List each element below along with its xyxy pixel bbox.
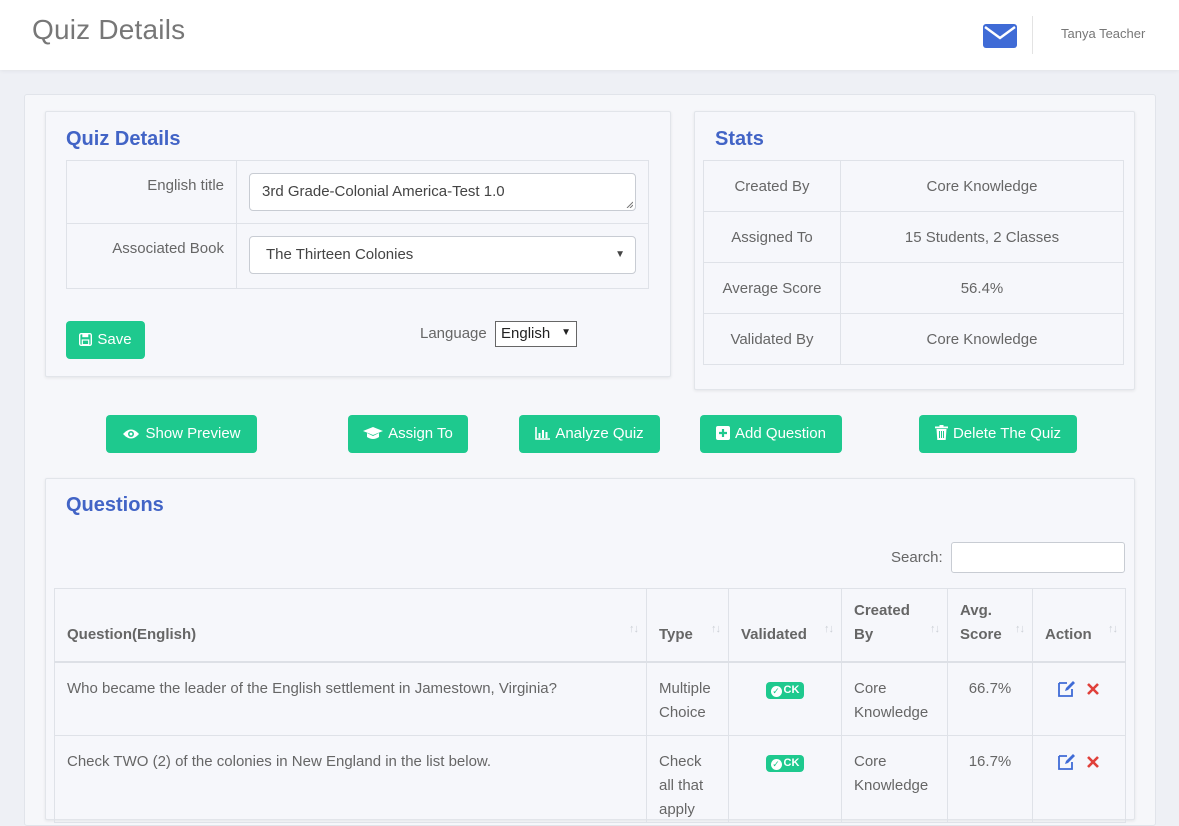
- edit-icon[interactable]: [1058, 753, 1076, 770]
- associated-book-label: Associated Book: [66, 223, 237, 289]
- associated-book-select[interactable]: The Thirteen Colonies ▼: [249, 236, 636, 274]
- sort-icon: ↑↓: [930, 623, 940, 635]
- plus-square-icon: [716, 426, 731, 440]
- quiz-details-title: Quiz Details: [66, 128, 181, 150]
- delete-icon[interactable]: [1086, 753, 1100, 770]
- page-title: Quiz Details: [32, 14, 186, 45]
- quiz-details-form: English title 3rd Grade-Colonial America…: [66, 160, 649, 289]
- delete-icon[interactable]: [1086, 680, 1100, 697]
- question-text: Check TWO (2) of the colonies in New Eng…: [54, 735, 647, 823]
- stats-value: 15 Students, 2 Classes: [840, 211, 1124, 263]
- topbar-divider: [1032, 16, 1033, 54]
- validated-cell: ✓ CK: [728, 661, 842, 736]
- stats-key: Average Score: [703, 262, 841, 314]
- language-select[interactable]: English ▼: [495, 321, 577, 347]
- sort-icon: ↑↓: [629, 623, 639, 635]
- resize-grip-icon[interactable]: [626, 201, 633, 208]
- stats-value: 56.4%: [840, 262, 1124, 314]
- stats-key: Created By: [703, 160, 841, 212]
- check-circle-icon: ✓: [770, 686, 782, 697]
- trash-icon: [934, 425, 948, 440]
- save-button[interactable]: Save: [66, 321, 145, 359]
- delete-quiz-button[interactable]: Delete The Quiz: [919, 415, 1077, 453]
- avg-score: 16.7%: [947, 735, 1033, 823]
- column-header-action[interactable]: Action ↑↓: [1032, 588, 1126, 663]
- analyze-quiz-button[interactable]: Analyze Quiz: [519, 415, 660, 453]
- table-row: Check TWO (2) of the colonies in New Eng…: [54, 735, 1126, 823]
- stats-row: Validated By Core Knowledge: [703, 313, 1124, 365]
- english-title-field[interactable]: 3rd Grade-Colonial America-Test 1.0: [249, 173, 636, 211]
- stats-row: Created By Core Knowledge: [703, 160, 1124, 212]
- stats-row: Average Score 56.4%: [703, 262, 1124, 314]
- column-header-validated[interactable]: Validated ↑↓: [728, 588, 842, 663]
- action-cell: [1032, 661, 1126, 736]
- action-cell: [1032, 735, 1126, 823]
- stats-title: Stats: [715, 128, 764, 150]
- column-header-question[interactable]: Question(English) ↑↓: [54, 588, 647, 663]
- language-label: Language: [420, 325, 487, 342]
- stats-value: Core Knowledge: [840, 313, 1124, 365]
- avg-score: 66.7%: [947, 661, 1033, 736]
- eye-icon: [123, 429, 140, 439]
- created-by: Core Knowledge: [841, 735, 948, 823]
- search-label: Search:: [891, 549, 943, 566]
- english-title-label: English title: [66, 160, 237, 224]
- select-caret-icon: ▼: [615, 249, 625, 260]
- top-bar: Quiz Details Tanya Teacher: [0, 0, 1179, 70]
- assign-to-button[interactable]: Assign To: [348, 415, 468, 453]
- check-circle-icon: ✓: [770, 759, 782, 770]
- user-menu[interactable]: Tanya Teacher: [1061, 26, 1145, 41]
- add-question-button[interactable]: Add Question: [700, 415, 842, 453]
- stats-row: Assigned To 15 Students, 2 Classes: [703, 211, 1124, 263]
- questions-title: Questions: [66, 494, 164, 516]
- validated-badge: ✓ CK: [765, 682, 805, 699]
- graduation-cap-icon: [363, 427, 384, 439]
- question-type: Multiple Choice: [646, 661, 729, 736]
- sort-icon: ↑↓: [824, 623, 834, 635]
- stats-key: Validated By: [703, 313, 841, 365]
- edit-icon[interactable]: [1058, 680, 1076, 697]
- validated-badge: ✓ CK: [765, 755, 805, 772]
- column-header-type[interactable]: Type ↑↓: [646, 588, 729, 663]
- stats-key: Assigned To: [703, 211, 841, 263]
- table-row: Who became the leader of the English set…: [54, 661, 1126, 736]
- bar-chart-icon: [535, 427, 551, 440]
- question-text: Who became the leader of the English set…: [54, 661, 647, 736]
- search-input[interactable]: [951, 542, 1125, 573]
- show-preview-button[interactable]: Show Preview: [106, 415, 257, 453]
- validated-cell: ✓ CK: [728, 735, 842, 823]
- created-by: Core Knowledge: [841, 661, 948, 736]
- floppy-disk-icon: [79, 333, 93, 346]
- stats-value: Core Knowledge: [840, 160, 1124, 212]
- sort-icon: ↑↓: [711, 623, 721, 635]
- stats-table: Created By Core Knowledge Assigned To 15…: [703, 160, 1124, 365]
- questions-table: Question(English) ↑↓ Type ↑↓ Validated ↑↓ C…: [54, 588, 1126, 823]
- sort-icon: ↑↓: [1015, 623, 1025, 635]
- question-type: Check all that apply: [646, 735, 729, 823]
- mail-icon[interactable]: [983, 24, 1017, 48]
- sort-icon: ↑↓: [1108, 623, 1118, 635]
- column-header-avg-score[interactable]: Avg. Score ↑↓: [947, 588, 1033, 663]
- column-header-created-by[interactable]: Created By ↑↓: [841, 588, 948, 663]
- chevron-down-icon: ▼: [561, 327, 571, 338]
